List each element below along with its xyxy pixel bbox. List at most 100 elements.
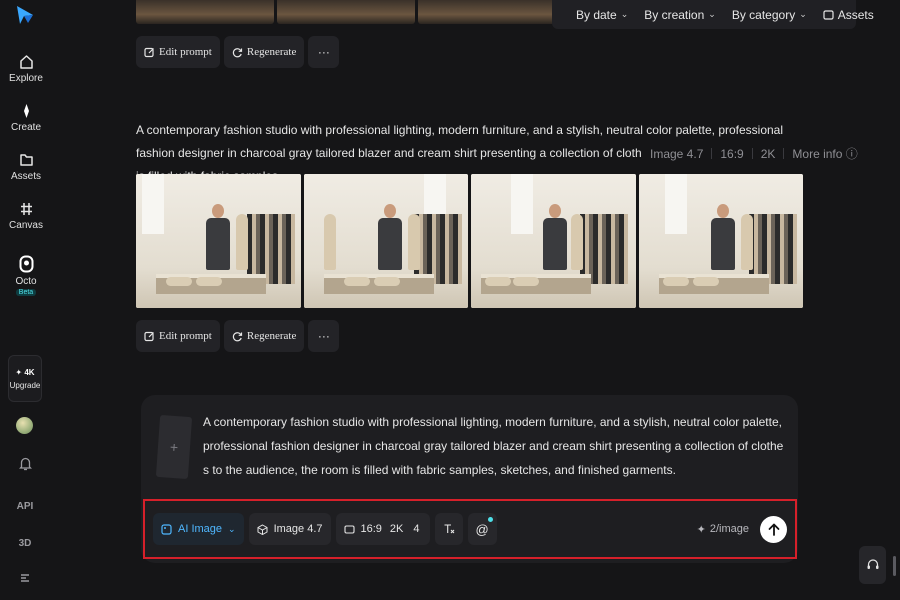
avatar[interactable] — [16, 417, 33, 434]
generated-image[interactable] — [471, 174, 636, 308]
hash-grid-icon — [20, 203, 32, 215]
refresh-icon — [232, 47, 242, 57]
filter-toolbar: By date ⌄ By creation ⌄ By category ⌄ As… — [552, 0, 874, 29]
folder-icon — [823, 10, 834, 20]
generated-image-grid — [136, 174, 803, 308]
resolution-label: 2K — [389, 523, 404, 535]
sidebar-item-octo[interactable]: Octo Beta — [0, 255, 52, 296]
previous-image[interactable] — [418, 0, 556, 24]
bell-icon — [18, 457, 32, 471]
edit-icon — [144, 47, 154, 57]
resolution-tag: 2K — [760, 146, 776, 161]
divider — [751, 148, 753, 159]
prompt-input[interactable]: A contemporary fashion studio with profe… — [203, 410, 788, 482]
filter-label: By date — [576, 7, 617, 22]
model-tag: Image 4.7 — [650, 146, 704, 161]
api-link[interactable]: API — [0, 496, 50, 514]
more-options-button[interactable]: ··· — [308, 320, 340, 352]
upgrade-label: Upgrade — [9, 380, 41, 390]
regenerate-button[interactable]: Regenerate — [223, 320, 305, 352]
api-label: API — [16, 501, 34, 512]
upgrade-button[interactable]: ✦ 4K Upgrade — [8, 355, 42, 402]
chevron-down-icon: ⌄ — [799, 9, 807, 19]
generated-image[interactable] — [303, 174, 468, 308]
edit-prompt-label: Edit prompt — [159, 330, 212, 342]
credits-info: ✦ 2/image — [697, 523, 749, 536]
mode-selector[interactable]: AI Image ⌄ — [153, 513, 244, 545]
regenerate-button[interactable]: Regenerate — [223, 36, 305, 68]
arrow-up-icon — [768, 523, 779, 536]
edit-prompt-label: Edit prompt — [159, 46, 212, 58]
previous-image-row — [136, 0, 556, 24]
send-button[interactable] — [760, 515, 787, 543]
filter-by-date[interactable]: By date ⌄ — [576, 8, 628, 22]
credits-label: 2/image — [709, 523, 749, 535]
sparkle-icon — [23, 104, 29, 118]
notification-dot — [487, 517, 493, 522]
image-actions: Edit prompt Regenerate ··· — [136, 36, 340, 68]
at-icon: @ — [475, 521, 489, 537]
more-options-button[interactable]: ··· — [308, 36, 340, 68]
plus-icon: + — [169, 438, 179, 456]
sidebar-item-assets[interactable]: Assets — [0, 152, 52, 182]
divider — [711, 148, 713, 159]
generation-settings-bar: AI Image ⌄ Image 4.7 16:9 2K 4 @ ✦ 2/ima… — [143, 499, 797, 559]
count-label: 4 — [413, 523, 420, 535]
edit-icon — [144, 331, 154, 341]
refresh-icon — [232, 331, 242, 341]
prompt-meta: Image 4.7 16:9 2K More info ⓘ — [642, 142, 858, 165]
folder-icon — [19, 154, 33, 166]
octo-icon — [19, 255, 33, 273]
sidebar-item-label: Explore — [9, 73, 43, 84]
sidebar: Explore Create Assets Canvas Octo Beta ✦… — [0, 0, 52, 600]
mention-button[interactable]: @ — [467, 513, 497, 545]
generated-image[interactable] — [638, 174, 803, 308]
edit-prompt-button[interactable]: Edit prompt — [136, 36, 220, 68]
filter-label: By creation — [644, 7, 705, 22]
sidebar-item-canvas[interactable]: Canvas — [0, 201, 52, 231]
model-selector[interactable]: Image 4.7 — [248, 513, 331, 545]
more-info-link[interactable]: More info ⓘ — [792, 145, 857, 162]
edit-prompt-button[interactable]: Edit prompt — [136, 320, 220, 352]
mode-label: AI Image — [178, 523, 223, 535]
chevron-down-icon: ⌄ — [620, 9, 629, 19]
chevron-down-icon: ⌄ — [228, 523, 236, 534]
chevron-down-icon: ⌄ — [708, 9, 716, 19]
upload-reference-button[interactable]: + — [155, 414, 193, 480]
filter-label: By category — [731, 7, 796, 22]
sidebar-item-create[interactable]: Create — [0, 103, 52, 133]
regenerate-label: Regenerate — [246, 330, 297, 342]
3d-label: 3D — [18, 538, 32, 549]
generated-image[interactable] — [136, 174, 301, 308]
sidebar-item-label: Octo — [15, 276, 37, 287]
sidebar-item-label: Assets — [10, 171, 41, 182]
sidebar-item-explore[interactable]: Explore — [0, 54, 52, 84]
filter-by-creation[interactable]: By creation ⌄ — [644, 8, 716, 22]
assets-button[interactable]: Assets — [823, 8, 874, 22]
home-icon — [19, 55, 33, 69]
upgrade-resolution: ✦ 4K — [15, 367, 35, 377]
more-icon: ··· — [317, 45, 330, 59]
text-style-icon — [444, 524, 454, 534]
filter-by-category[interactable]: By category ⌄ — [732, 8, 807, 22]
model-label: Image 4.7 — [273, 523, 323, 535]
ratio-tag: 16:9 — [720, 146, 744, 161]
logo-icon[interactable] — [14, 4, 36, 26]
scrollbar-thumb[interactable] — [893, 556, 896, 576]
menu-button[interactable] — [0, 571, 50, 589]
sidebar-item-label: Canvas — [9, 220, 43, 231]
support-button[interactable] — [859, 546, 886, 584]
size-settings[interactable]: 16:9 2K 4 — [335, 513, 430, 545]
text-style-button[interactable] — [434, 513, 463, 545]
previous-image[interactable] — [136, 0, 274, 24]
notifications-button[interactable] — [0, 456, 50, 476]
image-icon — [161, 523, 172, 535]
more-icon: ··· — [317, 329, 330, 343]
3d-link[interactable]: 3D — [0, 533, 50, 551]
menu-icon — [21, 574, 29, 582]
image-actions: Edit prompt Regenerate ··· — [136, 320, 340, 352]
ratio-label: 16:9 — [360, 523, 382, 535]
aspect-ratio-icon — [343, 524, 355, 534]
assets-label: Assets — [837, 7, 874, 22]
previous-image[interactable] — [277, 0, 415, 24]
